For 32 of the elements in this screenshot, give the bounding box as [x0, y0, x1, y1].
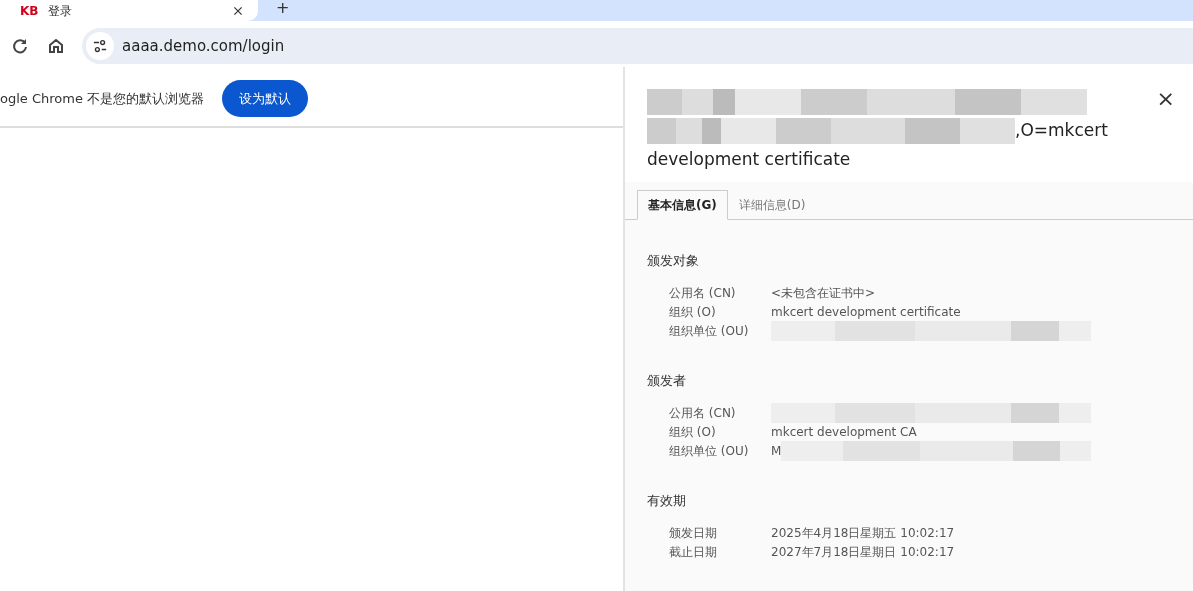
- reload-icon[interactable]: [10, 36, 30, 56]
- field-value: 2025年4月18日星期五 10:02:17: [771, 524, 955, 542]
- browser-tab[interactable]: KB 登录: [0, 0, 258, 21]
- site-logo: KB: [20, 2, 39, 20]
- section-heading: 有效期: [647, 492, 687, 509]
- close-icon[interactable]: [232, 4, 244, 17]
- site-settings-icon[interactable]: [86, 32, 114, 60]
- field-label: 组织单位 (OU): [669, 322, 750, 340]
- address-field[interactable]: aaaa.demo.com/login: [122, 34, 285, 58]
- tab-title: 登录: [48, 2, 74, 20]
- field-value: 2027年7月18日星期日 10:02:17: [771, 543, 955, 561]
- section-heading: 颁发对象: [647, 252, 700, 269]
- field-value: mkcert development certificate: [771, 303, 961, 321]
- field-label: 截止日期: [669, 543, 718, 561]
- field-label: 组织 (O): [669, 303, 717, 321]
- field-label: 公用名 (CN): [669, 404, 737, 422]
- field-value: <未包含在证书中>: [771, 284, 876, 302]
- home-icon[interactable]: [46, 36, 66, 56]
- set-default-button[interactable]: 设为默认: [222, 79, 309, 118]
- field-label: 颁发日期: [669, 524, 718, 542]
- field-value: mkcert development CA: [771, 423, 917, 441]
- dialog-tab[interactable]: 基本信息(G): [637, 190, 728, 220]
- close-button[interactable]: ×: [1150, 87, 1181, 111]
- certificate-title: ,O=mkcert development certificate: [647, 87, 1147, 174]
- field-label: 公用名 (CN): [669, 284, 737, 302]
- field-label: 组织单位 (OU): [669, 442, 750, 460]
- dialog-tab[interactable]: 详细信息(D): [727, 190, 817, 220]
- section-heading: 颁发者: [647, 372, 687, 389]
- new-tab-button[interactable]: +: [276, 0, 290, 16]
- default-browser-message: ogle Chrome 不是您的默认浏览器: [0, 89, 205, 108]
- field-label: 组织 (O): [669, 423, 717, 441]
- field-value: M: [771, 442, 782, 460]
